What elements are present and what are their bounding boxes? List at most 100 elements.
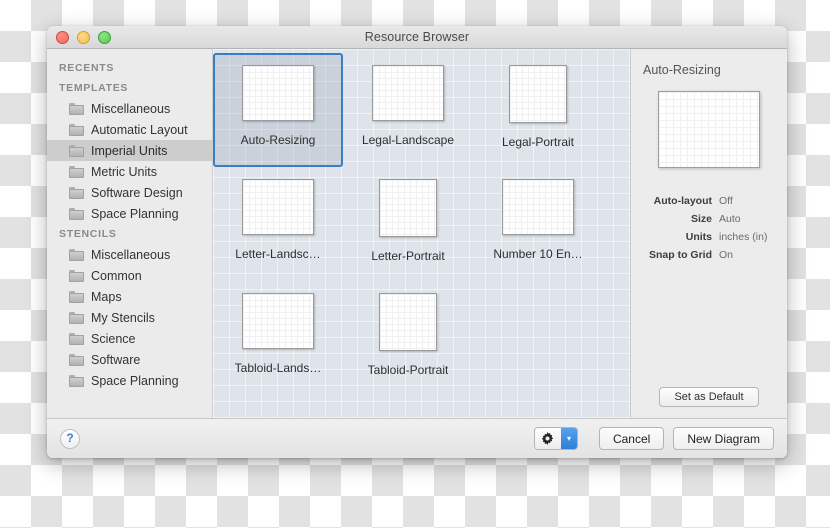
folder-icon: [69, 102, 84, 115]
inspector-title: Auto-Resizing: [643, 63, 721, 77]
template-label: Tabloid-Lands…: [234, 361, 322, 375]
folder-icon: [69, 332, 84, 345]
template-item-legal-landscape[interactable]: Legal-Landscape: [343, 53, 473, 167]
resource-browser-window: Resource Browser RECENTS TEMPLATES Misce…: [47, 26, 787, 458]
template-label: Tabloid-Portrait: [367, 363, 449, 377]
attribute-row-snap-to-grid: Snap to Grid On: [641, 246, 777, 264]
inspector-panel: Auto-Resizing Auto-layout Off Size Auto …: [630, 49, 787, 418]
attribute-value: Auto: [719, 213, 741, 225]
attribute-key: Auto-layout: [653, 195, 712, 207]
sidebar-group-templates: TEMPLATES Miscellaneous Automatic Layout…: [47, 78, 212, 224]
template-item-legal-portrait[interactable]: Legal-Portrait: [473, 53, 603, 167]
sidebar-item-software[interactable]: Software: [47, 349, 212, 370]
gear-icon[interactable]: [534, 428, 561, 449]
template-thumbnail: [242, 293, 314, 349]
sidebar-item-my-stencils[interactable]: My Stencils: [47, 307, 212, 328]
folder-icon: [69, 269, 84, 282]
template-thumbnail: [502, 179, 574, 235]
sidebar-item-space-planning-templates[interactable]: Space Planning: [47, 203, 212, 224]
window-footer: ? ▾ Cancel New Diagram: [47, 418, 787, 458]
sidebar-item-miscellaneous-templates[interactable]: Miscellaneous: [47, 98, 212, 119]
chevron-down-icon[interactable]: ▾: [560, 428, 577, 449]
set-as-default-button[interactable]: Set as Default: [659, 387, 759, 407]
attribute-row-auto-layout: Auto-layout Off: [641, 192, 777, 210]
template-item-number-10-envelope[interactable]: Number 10 En…: [473, 167, 603, 281]
template-item-auto-resizing[interactable]: Auto-Resizing: [213, 53, 343, 167]
template-row: Auto-Resizing Legal-Landscape Legal-Port…: [213, 53, 630, 167]
template-thumbnail: [242, 179, 314, 235]
template-label: Letter-Portrait: [371, 249, 445, 263]
template-thumbnail: [379, 293, 437, 351]
template-item-tabloid-portrait[interactable]: Tabloid-Portrait: [343, 281, 473, 395]
window-title: Resource Browser: [364, 30, 470, 44]
sidebar-item-common[interactable]: Common: [47, 265, 212, 286]
template-thumbnail: [242, 65, 314, 121]
folder-icon: [69, 123, 84, 136]
new-diagram-button[interactable]: New Diagram: [673, 427, 774, 450]
sidebar-group-stencils: STENCILS Miscellaneous Common Maps My St…: [47, 224, 212, 391]
sidebar-item-label: Imperial Units: [91, 143, 168, 158]
template-item-letter-portrait[interactable]: Letter-Portrait: [343, 167, 473, 281]
template-thumbnail: [509, 65, 567, 123]
sidebar-item-label: Software: [91, 352, 141, 367]
sidebar-item-label: Miscellaneous: [91, 247, 171, 262]
attribute-value: Off: [719, 195, 733, 207]
sidebar-item-space-planning-stencils[interactable]: Space Planning: [47, 370, 212, 391]
window-body: RECENTS TEMPLATES Miscellaneous Automati…: [47, 49, 787, 418]
sidebar-group-recents: RECENTS: [47, 58, 212, 78]
inspector-spacer: [641, 264, 777, 387]
attribute-value: On: [719, 249, 734, 261]
attribute-key: Units: [685, 231, 712, 243]
sidebar-item-label: Common: [91, 268, 142, 283]
folder-icon: [69, 353, 84, 366]
sidebar-item-automatic-layout[interactable]: Automatic Layout: [47, 119, 212, 140]
folder-icon: [69, 374, 84, 387]
folder-icon: [69, 207, 84, 220]
attribute-value: inches (in): [719, 231, 768, 243]
action-menu-button[interactable]: ▾: [533, 427, 578, 450]
close-window-icon[interactable]: [56, 30, 69, 44]
sidebar-item-label: Science: [91, 331, 136, 346]
template-label: Letter-Landsc…: [235, 247, 321, 261]
template-item-tabloid-landscape[interactable]: Tabloid-Lands…: [213, 281, 343, 395]
template-grid[interactable]: Auto-Resizing Legal-Landscape Legal-Port…: [213, 49, 630, 418]
template-row: Letter-Landsc… Letter-Portrait Number 10…: [213, 167, 630, 281]
sidebar-item-label: Space Planning: [91, 373, 179, 388]
sidebar-group-header-recents: RECENTS: [59, 62, 115, 74]
sidebar-item-miscellaneous-stencils[interactable]: Miscellaneous: [47, 244, 212, 265]
template-label: Auto-Resizing: [240, 133, 316, 147]
cancel-button[interactable]: Cancel: [598, 427, 665, 450]
template-item-letter-landscape[interactable]: Letter-Landsc…: [213, 167, 343, 281]
folder-icon: [69, 311, 84, 324]
sidebar-item-label: Space Planning: [91, 206, 179, 221]
template-row: Tabloid-Lands… Tabloid-Portrait: [213, 281, 630, 395]
folder-icon: [69, 165, 84, 178]
minimize-window-icon[interactable]: [77, 30, 90, 44]
template-thumbnail: [379, 179, 437, 237]
folder-icon: [69, 144, 84, 157]
traffic-light-buttons: [56, 30, 111, 44]
set-as-default-container: Set as Default: [641, 387, 777, 418]
sidebar-item-label: Automatic Layout: [91, 122, 188, 137]
window-titlebar: Resource Browser: [47, 26, 787, 49]
sidebar-item-maps[interactable]: Maps: [47, 286, 212, 307]
attribute-key: Snap to Grid: [649, 249, 712, 261]
maximize-window-icon[interactable]: [98, 30, 111, 44]
sidebar-item-metric-units[interactable]: Metric Units: [47, 161, 212, 182]
sidebar-group-header-templates: TEMPLATES: [59, 82, 129, 94]
sidebar-item-label: My Stencils: [91, 310, 155, 325]
sidebar-item-imperial-units[interactable]: Imperial Units: [47, 140, 212, 161]
sidebar[interactable]: RECENTS TEMPLATES Miscellaneous Automati…: [47, 49, 213, 418]
attribute-key: Size: [690, 213, 712, 225]
inspector-attributes: Auto-layout Off Size Auto Units inches (…: [641, 192, 777, 264]
folder-icon: [69, 290, 84, 303]
sidebar-item-label: Metric Units: [91, 164, 157, 179]
template-label: Legal-Portrait: [501, 135, 575, 149]
inspector-preview-thumbnail: [658, 91, 760, 168]
help-button[interactable]: ?: [60, 428, 80, 449]
sidebar-group-header-stencils: STENCILS: [59, 228, 117, 240]
template-label: Legal-Landscape: [361, 133, 455, 147]
attribute-row-units: Units inches (in): [641, 228, 777, 246]
sidebar-item-software-design[interactable]: Software Design: [47, 182, 212, 203]
sidebar-item-science[interactable]: Science: [47, 328, 212, 349]
